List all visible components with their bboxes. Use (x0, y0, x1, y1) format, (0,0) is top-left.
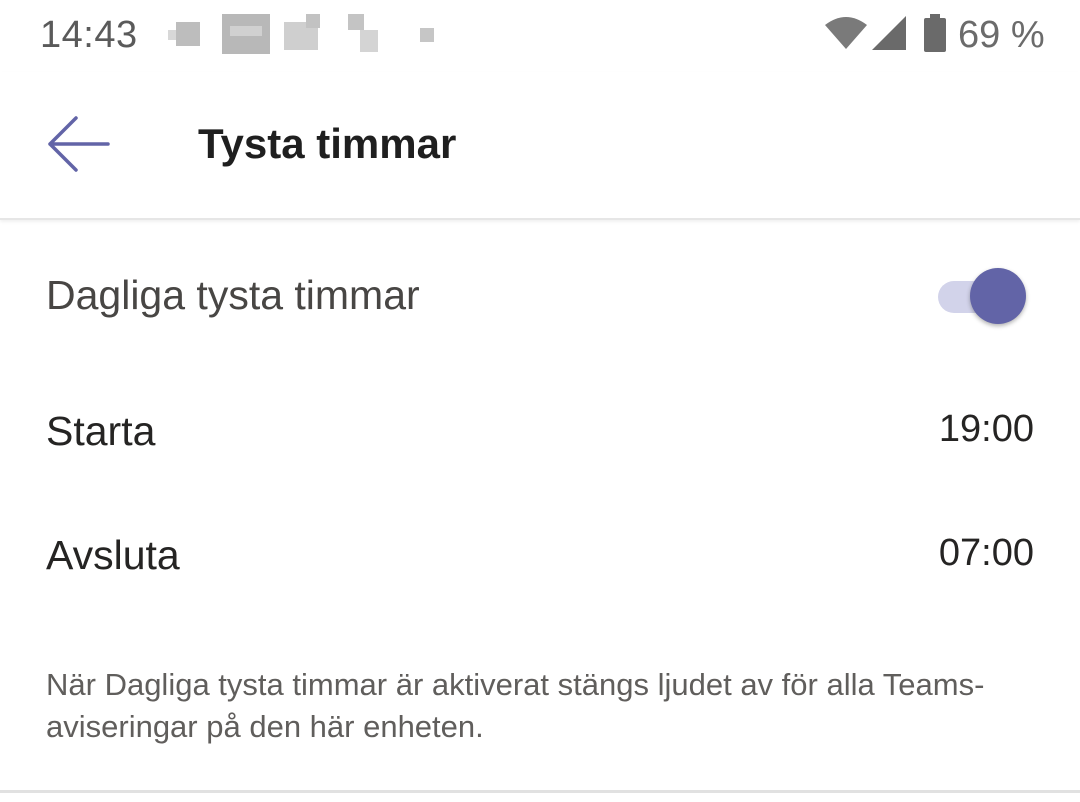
divider (0, 790, 1080, 793)
quiet-hours-screen: 14:43 69 % Tysta timmar Dagliga tysta ti… (0, 0, 1080, 802)
battery-icon (924, 14, 946, 52)
status-bar: 14:43 69 % (0, 0, 1080, 72)
start-time-value: 19:00 (938, 408, 1034, 450)
end-time-label: Avsluta (46, 532, 180, 578)
app-bar: Tysta timmar (0, 72, 1080, 220)
daily-quiet-hours-label: Dagliga tysta timmar (46, 272, 420, 318)
blurred-notification-icon (344, 14, 388, 54)
blurred-notification-icon (420, 28, 434, 42)
end-time-row[interactable]: Avsluta 07:00 (0, 500, 1080, 610)
page-title: Tysta timmar (198, 120, 457, 167)
status-time: 14:43 (40, 14, 138, 56)
wifi-icon (824, 16, 868, 50)
blurred-notification-icon (168, 14, 208, 54)
blurred-notification-icon (222, 14, 270, 54)
daily-quiet-hours-row: Dagliga tysta timmar (0, 240, 1080, 352)
end-time-value: 07:00 (938, 532, 1034, 574)
toggle-thumb (970, 268, 1026, 324)
quiet-hours-description: När Dagliga tysta timmar är aktiverat st… (46, 667, 985, 744)
arrow-left-icon (46, 112, 110, 176)
blurred-notification-icon (284, 14, 328, 54)
start-time-label: Starta (46, 408, 156, 454)
daily-quiet-hours-toggle[interactable] (938, 266, 1026, 324)
battery-percentage: 69 % (958, 14, 1045, 56)
signal-icon (872, 16, 906, 50)
back-button[interactable] (36, 102, 120, 186)
start-time-row[interactable]: Starta 19:00 (0, 376, 1080, 486)
